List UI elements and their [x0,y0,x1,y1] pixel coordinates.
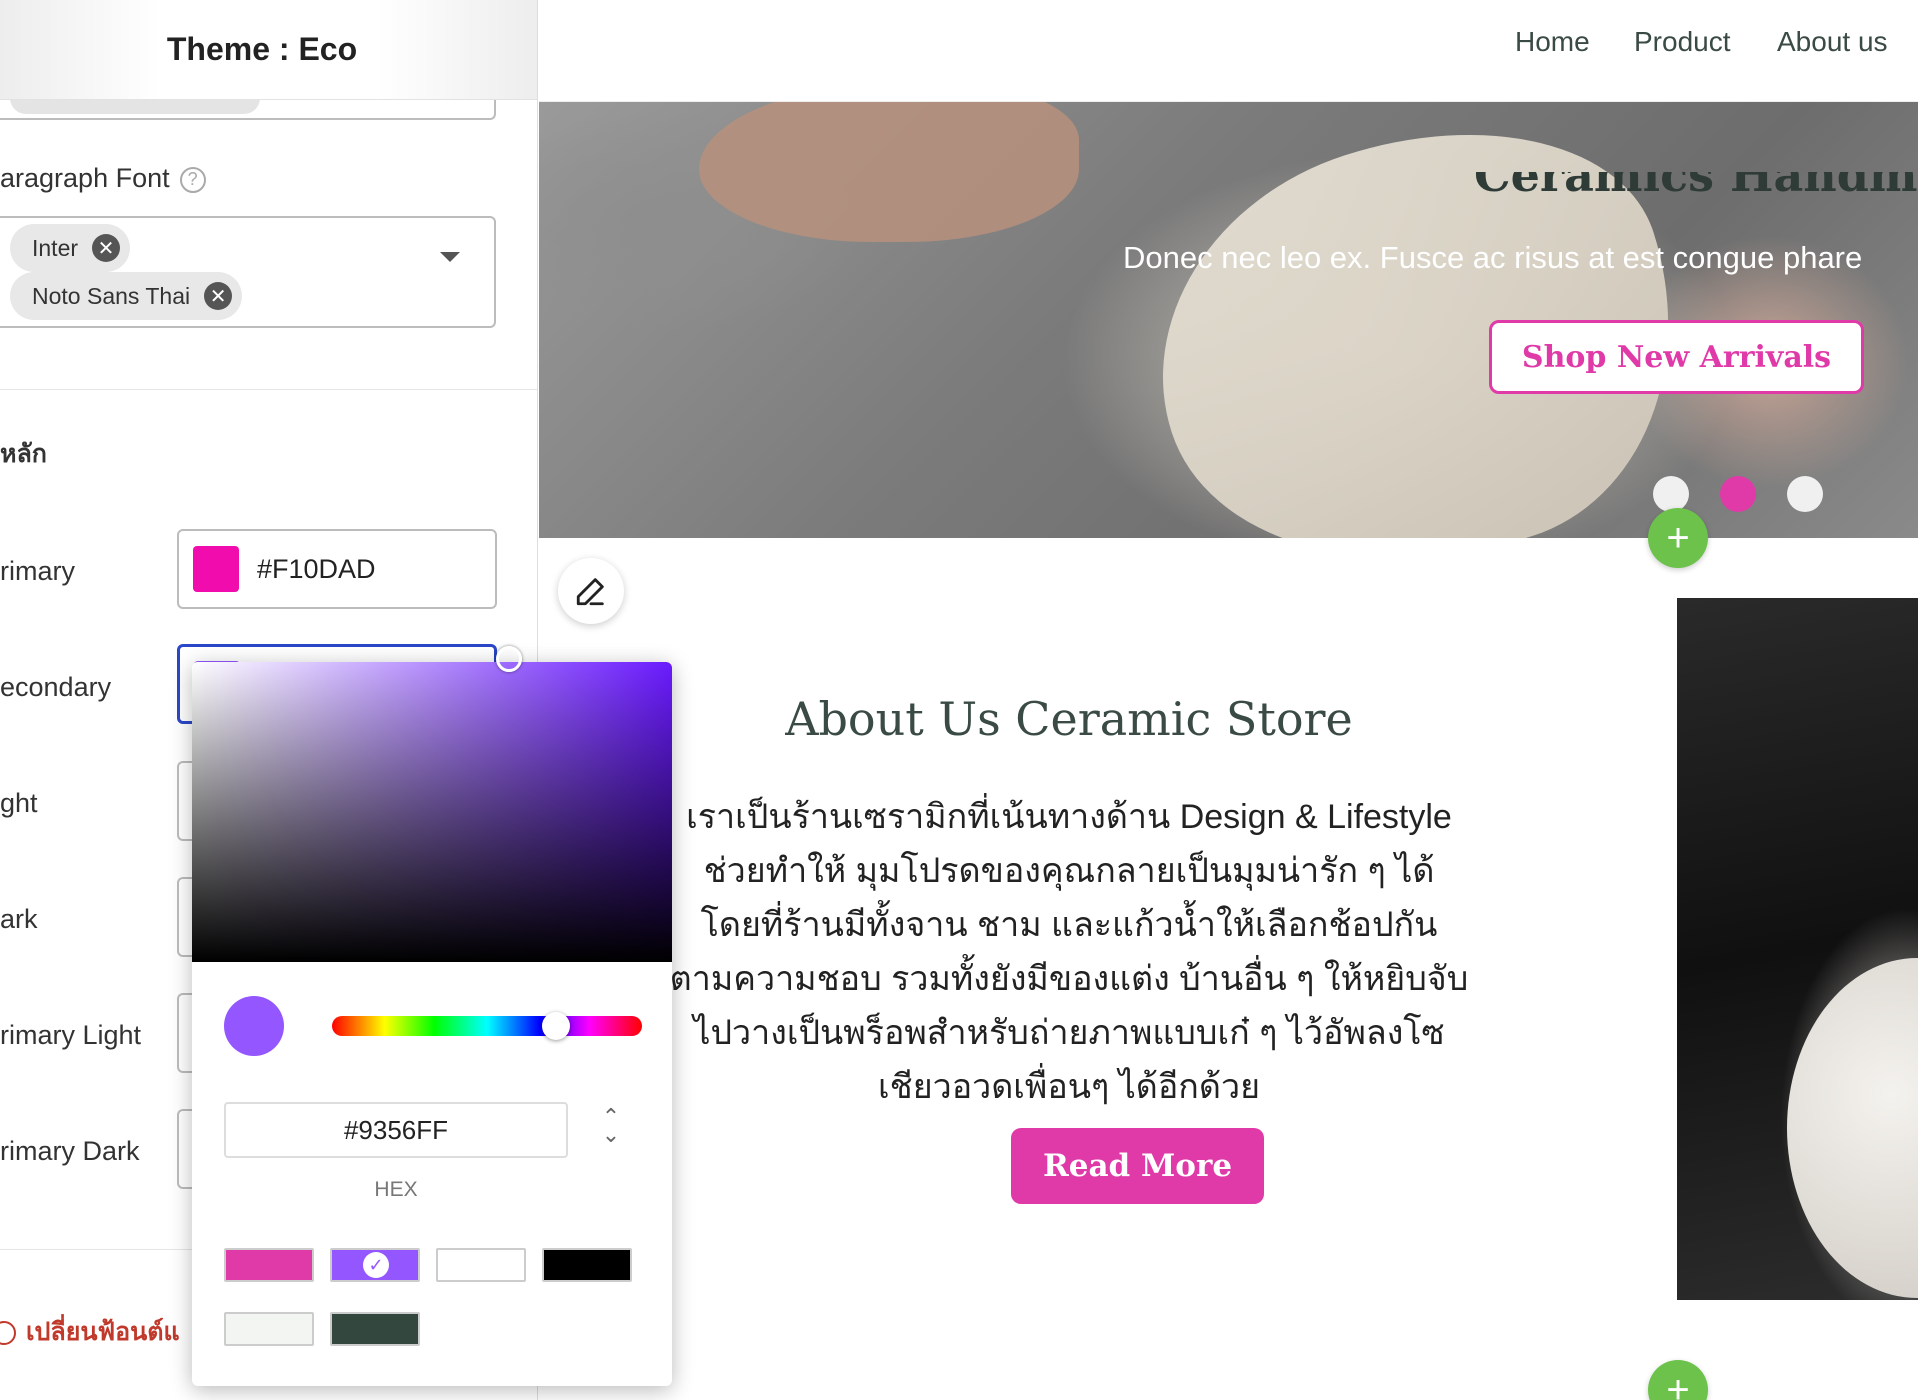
site-preview: Home Product About us Ceramics Handmade … [539,0,1918,1400]
preset-swatch-purple[interactable]: ✓ [330,1248,420,1282]
nav-link-about-us[interactable]: About us [1777,26,1888,58]
nav-link-home[interactable]: Home [1515,26,1590,58]
font-chip-noto-sans-thai: Noto Sans Thai ✕ [10,272,243,320]
hex-input[interactable]: #9356FF [224,1102,568,1158]
hero-title: Ceramics Handmade [1474,172,1918,202]
hero-subtitle: Donec nec leo ex. Fusce ac risus at est … [1123,240,1863,275]
about-title: About Us Ceramic Store [785,692,1353,746]
primary-color-value: #F10DAD [257,553,376,584]
hue-slider[interactable] [332,1016,642,1036]
panel-header: Theme : Eco [0,0,537,100]
about-image-plate [1787,958,1918,1298]
color-preview [224,996,284,1056]
about-description: เราเป็นร้านเซรามิกที่เน้นทางด้าน Design … [669,798,1469,1106]
pencil-icon [576,578,604,606]
help-icon[interactable]: ? [179,166,206,193]
preset-swatch-dark-green[interactable] [330,1312,420,1346]
secondary-color-label: econdary [0,672,112,702]
hero-title-clip: Ceramics Handmade [1474,172,1918,206]
check-icon: ✓ [363,1252,389,1278]
saturation-handle[interactable] [496,646,522,672]
preset-swatch-black[interactable] [542,1248,632,1282]
read-more-button[interactable]: Read More [1011,1128,1264,1204]
font-chip-label: Noto Sans Thai [32,282,191,309]
primary-light-color-label: rimary Light [0,1020,142,1050]
hero-banner: Ceramics Handmade Donec nec leo ex. Fusc… [539,102,1918,538]
primary-color-swatch[interactable] [193,546,239,592]
panel-title: Theme : Eco [166,31,358,67]
remove-chip-icon[interactable]: ✕ [204,282,233,310]
font-chip-inter: Inter ✕ [10,224,131,272]
paragraph-font-label: aragraph Font? [0,163,206,194]
carousel-dot[interactable] [1787,476,1823,512]
navbar: Home Product About us [539,0,1918,102]
light-color-label: ght [0,788,38,818]
shop-new-arrivals-button[interactable]: Shop New Arrivals [1489,320,1864,394]
primary-color-input[interactable]: #F10DAD [177,529,497,609]
hero-image-hand [699,102,1079,242]
add-section-button[interactable]: + [1648,1360,1708,1400]
dark-color-label: ark [0,904,38,934]
font-change-warning: เปลี่ยนฟ้อนต์แ [0,1312,180,1352]
hue-slider-handle[interactable] [542,1012,570,1040]
font-chip-label: Inter [32,234,79,261]
carousel-dot-active[interactable] [1720,476,1756,512]
paragraph-font-label-text: aragraph Font [0,163,170,193]
hex-mode-label: HEX [374,1178,418,1201]
carousel-dot[interactable] [1653,476,1689,512]
section-label-main: หลัก [0,440,47,468]
preset-swatch-light[interactable] [224,1312,314,1346]
color-picker-popover: #9356FF ⌃ ⌄ HEX ✓ [192,646,672,1386]
chevron-down-icon[interactable] [440,252,460,262]
remove-chip-icon[interactable]: ✕ [92,234,121,262]
divider [0,389,537,390]
add-section-button[interactable]: + [1648,508,1708,568]
nav-link-product[interactable]: Product [1634,26,1731,58]
warning-text: เปลี่ยนฟ้อนต์แ [26,1318,180,1346]
alert-icon [0,1321,16,1346]
primary-color-label: rimary [0,556,75,586]
primary-dark-color-label: rimary Dark [0,1136,140,1166]
mode-toggle-icon[interactable]: ⌃ ⌄ [596,1106,626,1152]
chevron-down-icon: ⌄ [601,1122,621,1147]
saturation-area[interactable] [192,662,672,962]
about-image [1677,598,1918,1300]
preset-swatch-white[interactable] [436,1248,526,1282]
preset-swatch-pink[interactable] [224,1248,314,1282]
edit-section-button[interactable] [558,558,624,624]
